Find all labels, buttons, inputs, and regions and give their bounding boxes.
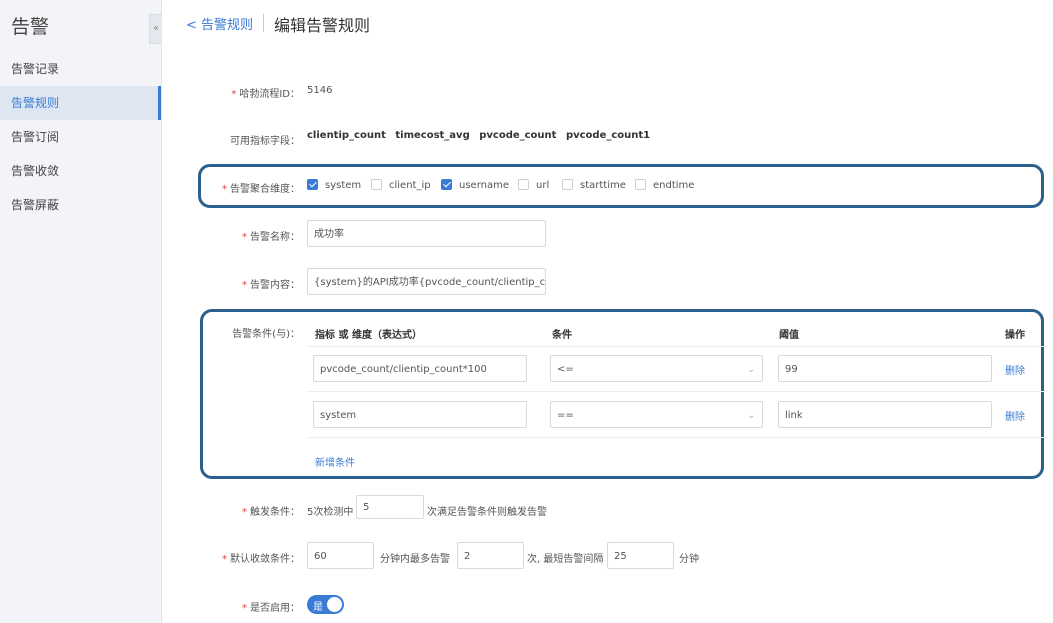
toggle-knob xyxy=(327,597,342,612)
column-header-threshold: 阈值 xyxy=(779,330,799,341)
dimensions-label: * 告警聚合维度： xyxy=(222,184,300,195)
header-divider xyxy=(263,14,264,32)
field-name: clientip_count xyxy=(307,130,386,141)
column-header-metric: 指标 或 维度（表达式） xyxy=(315,330,422,341)
page-header: < 告警规则 编辑告警规则 xyxy=(162,0,1053,46)
convergence-max-alerts-input[interactable]: 2 xyxy=(457,542,524,569)
enabled-label: * 是否启用： xyxy=(242,603,300,614)
process-id-label: * 哈勃流程ID： xyxy=(231,89,300,100)
column-header-action: 操作 xyxy=(1005,330,1025,341)
alert-name-label: * 告警名称： xyxy=(242,232,300,243)
sidebar-item-alert-convergence[interactable]: 告警收敛 xyxy=(0,154,161,188)
table-divider xyxy=(307,437,1047,438)
trigger-count-input[interactable]: 5 xyxy=(356,495,424,519)
sidebar: 告警 « 告警记录 告警规则 告警订阅 告警收敛 告警屏蔽 xyxy=(0,0,162,623)
condition-operator-select[interactable]: <= ⌄ xyxy=(550,355,763,382)
available-fields-list: clientip_count timecost_avg pvcode_count… xyxy=(307,130,656,141)
delete-condition-button[interactable]: 删除 xyxy=(1005,408,1025,423)
chevron-down-icon: ⌄ xyxy=(747,411,755,421)
delete-condition-button[interactable]: 删除 xyxy=(1005,362,1025,377)
field-name: timecost_avg xyxy=(395,130,470,141)
trigger-prefix: 5次检测中 xyxy=(307,507,354,518)
starttime-checkbox[interactable] xyxy=(562,179,573,190)
convergence-interval-input[interactable]: 25 xyxy=(607,542,674,569)
enabled-toggle[interactable]: 是 xyxy=(307,595,344,614)
url-checkbox[interactable] xyxy=(518,179,529,190)
condition-metric-input[interactable]: pvcode_count/clientip_count*100 xyxy=(313,355,527,382)
client-ip-checkbox-label: client_ip xyxy=(389,180,431,191)
username-checkbox[interactable] xyxy=(441,179,452,190)
sidebar-item-alert-mute[interactable]: 告警屏蔽 xyxy=(0,188,161,222)
available-fields-label: 可用指标字段： xyxy=(230,136,300,147)
condition-operator-select[interactable]: == ⌄ xyxy=(550,401,763,428)
url-checkbox-label: url xyxy=(536,180,550,191)
sidebar-item-alert-subscriptions[interactable]: 告警订阅 xyxy=(0,120,161,154)
alert-content-label: * 告警内容： xyxy=(242,280,300,291)
required-mark: * xyxy=(231,89,237,100)
process-id-value: 5146 xyxy=(307,85,333,96)
back-link[interactable]: < 告警规则 xyxy=(186,14,253,33)
alert-name-input[interactable]: 成功率 xyxy=(307,220,546,247)
convergence-text-3: 分钟 xyxy=(679,554,699,565)
convergence-text-2: 次, 最短告警间隔 xyxy=(527,554,604,565)
condition-threshold-input[interactable]: 99 xyxy=(778,355,992,382)
conditions-label: 告警条件(与)： xyxy=(232,329,300,340)
endtime-checkbox-label: endtime xyxy=(653,180,695,191)
page-title: 编辑告警规则 xyxy=(274,16,371,35)
column-header-condition: 条件 xyxy=(552,330,572,341)
trigger-suffix: 次满足告警条件则触发告警 xyxy=(427,507,547,518)
endtime-checkbox[interactable] xyxy=(635,179,646,190)
convergence-label: * 默认收敛条件： xyxy=(222,554,300,565)
field-name: pvcode_count xyxy=(479,130,557,141)
field-name: pvcode_count1 xyxy=(565,130,651,141)
add-condition-link[interactable]: 新增条件 xyxy=(315,454,355,469)
convergence-text-1: 分钟内最多告警 xyxy=(380,554,450,565)
system-checkbox-label: system xyxy=(325,180,362,191)
starttime-checkbox-label: starttime xyxy=(580,180,626,191)
chevron-down-icon: ⌄ xyxy=(747,365,755,375)
convergence-minutes-input[interactable]: 60 xyxy=(307,542,374,569)
sidebar-item-alert-records[interactable]: 告警记录 xyxy=(0,52,161,86)
condition-threshold-input[interactable]: link xyxy=(778,401,992,428)
collapse-sidebar-icon[interactable]: « xyxy=(149,14,162,44)
alert-content-input[interactable]: {system}的API成功率{pvcode_count/clientip_co… xyxy=(307,268,546,295)
table-divider xyxy=(307,346,1047,347)
table-divider xyxy=(307,391,1047,392)
client-ip-checkbox[interactable] xyxy=(371,179,382,190)
sidebar-title: 告警 xyxy=(11,16,50,38)
toggle-text: 是 xyxy=(313,602,323,613)
username-checkbox-label: username xyxy=(459,180,509,191)
trigger-label: * 触发条件： xyxy=(242,507,300,518)
system-checkbox[interactable] xyxy=(307,179,318,190)
condition-metric-input[interactable]: system xyxy=(313,401,527,428)
sidebar-item-alert-rules[interactable]: 告警规则 xyxy=(0,86,161,120)
